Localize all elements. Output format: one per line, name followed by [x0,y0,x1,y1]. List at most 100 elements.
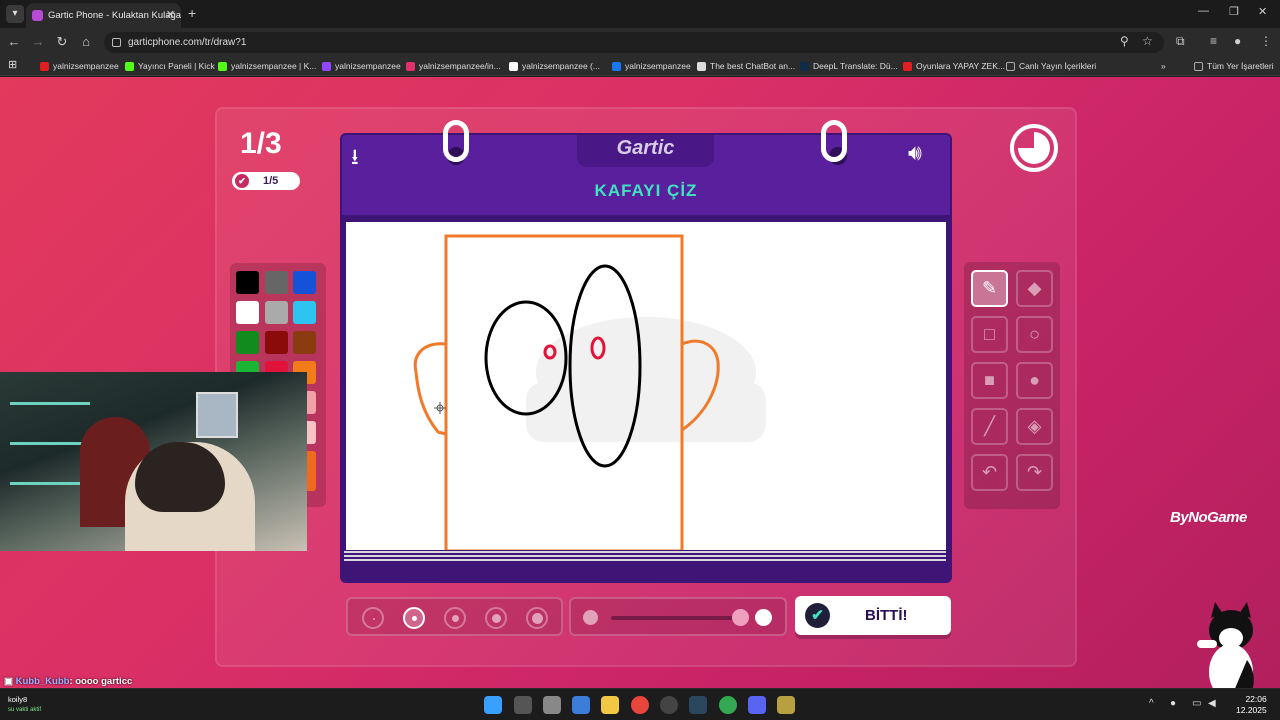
ellipse-icon[interactable]: ○ [1016,316,1053,353]
obs-icon[interactable] [660,696,678,714]
speaker-icon[interactable]: ◀ [1208,698,1216,709]
taskbar-user-status: su vakti aktif [8,707,42,713]
more-bookmarks-icon[interactable]: » [1161,58,1166,74]
clock-date: 12.2025 [1236,705,1267,715]
fill-bucket-icon[interactable]: ◈ [1016,408,1053,445]
brush-size-option-selected[interactable] [403,607,425,629]
chat-username: Kubb_Kubb [15,676,70,687]
network-icon[interactable]: ▭ [1192,698,1201,709]
brush-size-option[interactable] [526,607,548,629]
drawing-prompt: KAFAYI ÇİZ [594,181,698,200]
youtube-icon [903,62,912,71]
drawing-canvas[interactable] [346,222,946,550]
bookmark-item[interactable]: yalnizsempanzee | K... [218,58,316,74]
color-swatch[interactable] [265,271,288,294]
address-bar-row: ← → ↻ ⌂ garticphone.com/tr/draw?1 ⚲ ☆ ⧉ … [0,28,1280,56]
active-tab[interactable]: Gartic Phone - Kulaktan Kulağa ✕ [26,3,181,28]
microphone-icon[interactable]: ● [1170,698,1176,709]
clock-time: 22:06 [1245,694,1267,704]
bookmark-item[interactable]: Yayıncı Paneli | Kick [125,58,215,74]
app-icon[interactable] [777,696,795,714]
opacity-knob[interactable] [732,609,750,626]
volume-icon[interactable]: 🔊︎ [908,140,922,166]
pencil-icon[interactable]: ✎ [971,270,1008,307]
discord-icon[interactable] [748,696,766,714]
tab-list-button[interactable]: ▾ [6,5,24,23]
extensions-icon[interactable]: ⧉ [1176,34,1185,49]
media-icon[interactable]: ≡ [1210,34,1217,48]
crosshair-cursor-icon [434,402,446,414]
start-icon[interactable] [484,696,502,714]
folder-icon [1006,62,1015,71]
url-field[interactable]: garticphone.com/tr/draw?1 [104,32,1164,53]
download-icon[interactable]: ⭳ [351,140,359,178]
eraser-icon[interactable]: ◆ [1016,270,1053,307]
rectangle-icon[interactable]: □ [971,316,1008,353]
bookmark-star-icon[interactable]: ☆ [1142,34,1153,48]
color-swatch[interactable] [265,301,288,324]
opacity-track[interactable] [611,616,747,620]
redo-icon[interactable]: ↷ [1016,454,1053,491]
tab-title: Gartic Phone - Kulaktan Kulağa [48,10,181,21]
reload-icon[interactable]: ↻ [54,34,70,50]
chrome-icon[interactable] [631,696,649,714]
brush-size-option[interactable] [444,607,466,629]
home-icon[interactable]: ⌂ [78,34,94,49]
bookmark-item[interactable]: DeepL Translate: Dü... [800,58,898,74]
close-window-button[interactable]: ✕ [1258,5,1267,18]
brush-size-option[interactable] [485,607,507,629]
line-icon[interactable]: ╱ [971,408,1008,445]
bookmark-item[interactable]: Oyunlara YAPAY ZEK... [903,58,1005,74]
zoom-icon[interactable]: ⚲ [1120,34,1129,48]
back-icon[interactable]: ← [6,34,22,49]
site-info-icon[interactable] [112,38,121,47]
bookmark-item[interactable]: The best ChatBot an... [697,58,795,74]
bookmark-item[interactable]: yalnizsempanzee (... [509,58,600,74]
bookmark-item[interactable]: yalnizsempanzee [40,58,119,74]
file-explorer-icon[interactable] [601,696,619,714]
forward-icon[interactable]: → [30,34,46,49]
new-tab-button[interactable]: + [188,5,196,21]
app-icon[interactable] [543,696,561,714]
color-swatch[interactable] [293,301,316,324]
apps-grid-icon[interactable]: ⊞ [8,57,17,73]
all-bookmarks-folder[interactable]: Tüm Yer İşaretleri [1194,58,1274,74]
steam-icon[interactable] [689,696,707,714]
facebook-icon [612,62,621,71]
tab-close-icon[interactable]: ✕ [166,3,175,28]
color-swatch[interactable] [236,301,259,324]
filled-rectangle-icon[interactable]: ■ [971,362,1008,399]
deepl-icon [800,62,809,71]
timer-icon [1010,124,1058,172]
minimize-button[interactable]: — [1198,5,1209,17]
opacity-slider[interactable] [569,597,787,636]
color-swatch[interactable] [236,271,259,294]
chrome-active-icon[interactable] [719,696,737,714]
bookmark-item[interactable]: yalnizsempanzee [322,58,401,74]
brush-size-option[interactable] [362,607,384,629]
color-swatch[interactable] [293,331,316,354]
bookmark-item[interactable]: yalnizsempanzee/in... [406,58,501,74]
taskbar-user-widget[interactable]: koily8 su vakti aktif [8,695,41,715]
taskbar-user: koily8 [8,695,28,704]
chat-text: : oooo garticc [69,676,133,687]
profile-avatar-icon[interactable]: ● [1234,34,1241,48]
color-swatch[interactable] [265,331,288,354]
check-icon: ✔ [805,603,830,628]
browser-menu-icon[interactable]: ⋮ [1260,34,1272,48]
restore-button[interactable]: ❐ [1229,5,1239,18]
bookmark-folder[interactable]: Canlı Yayın İçerikleri [1006,58,1096,74]
twitch-icon [322,62,331,71]
binder-ring [443,120,469,162]
done-button[interactable]: ✔ BİTTİ! [795,596,951,635]
color-swatch[interactable] [236,331,259,354]
photos-icon[interactable] [572,696,590,714]
tray-overflow-icon[interactable]: ^ [1149,698,1154,709]
undo-icon[interactable]: ↶ [971,454,1008,491]
system-clock[interactable]: 22:06 12.2025 [1236,694,1267,716]
task-view-icon[interactable] [514,696,532,714]
color-swatch[interactable] [293,271,316,294]
bookmark-item[interactable]: yalnizsempanzee [612,58,691,74]
progress-badge: ✔ 1/5 [232,172,300,190]
filled-ellipse-icon[interactable]: ● [1016,362,1053,399]
